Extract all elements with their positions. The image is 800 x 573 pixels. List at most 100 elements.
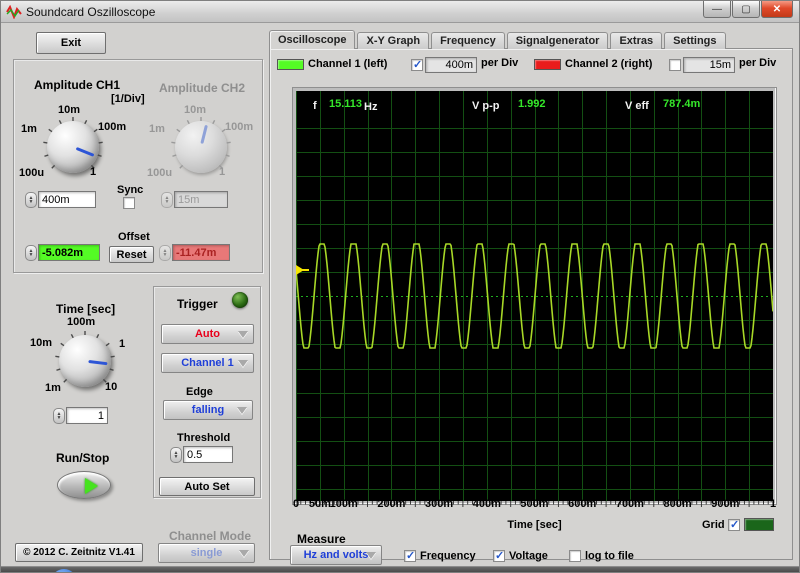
offset-label: Offset (118, 231, 150, 243)
time-spinner[interactable]: ▲▼ (53, 408, 65, 424)
channel1-checkbox[interactable] (411, 59, 423, 71)
title-bar[interactable]: Soundcard Oszilloscope — ▢ ✕ (1, 1, 800, 23)
frequency-label: Frequency (420, 550, 476, 562)
tab-signalgenerator[interactable]: Signalgenerator (507, 32, 609, 49)
time-field[interactable]: 1 (66, 407, 108, 424)
trigger-source-value: Channel 1 (181, 357, 234, 369)
reset-button[interactable]: Reset (109, 246, 154, 263)
time-label: Time [sec] (56, 302, 115, 316)
knob-scale-label: 10 (105, 381, 117, 393)
run-stop-label: Run/Stop (56, 451, 109, 465)
trigger-mode-value: Auto (195, 328, 220, 340)
knob-scale-label: 1m (149, 123, 165, 135)
ch2-offset-spinner[interactable]: ▲▼ (159, 245, 171, 261)
knob-scale-label: 100m (67, 316, 95, 328)
x-tick-label: 800m (664, 498, 692, 510)
edge-label: Edge (186, 386, 213, 398)
knob-scale-label: 100m (98, 121, 126, 133)
ch1-offset-field[interactable]: -5.082m (38, 244, 100, 261)
x-tick-label: 1 (770, 498, 776, 510)
exit-button[interactable]: Exit (36, 32, 106, 54)
chevron-down-icon (238, 360, 248, 367)
knob-scale-label: 1 (90, 166, 96, 178)
trigger-source-dropdown[interactable]: Channel 1 (161, 353, 254, 373)
threshold-spinner[interactable]: ▲▼ (170, 447, 182, 463)
sync-checkbox[interactable] (123, 197, 135, 209)
grid-color-swatch[interactable] (744, 518, 774, 531)
knob-scale-label: 100u (19, 167, 44, 179)
tab-oscilloscope[interactable]: Oscilloscope (269, 30, 355, 49)
freq-value: 15.113 (329, 98, 362, 110)
ch2-amplitude-spinner[interactable]: ▲▼ (161, 192, 173, 208)
trigger-title: Trigger (177, 297, 218, 311)
knob-scale-label: 1m (21, 123, 37, 135)
tab-frequency[interactable]: Frequency (431, 32, 505, 49)
x-tick-label: 50m (309, 498, 331, 510)
channel1-color-swatch (277, 59, 304, 70)
x-axis-tick-labels: 050m100m200m300m400m500m600m700m800m900m… (296, 498, 773, 510)
tab-xy-graph[interactable]: X-Y Graph (357, 32, 429, 49)
run-stop-button[interactable] (57, 471, 111, 499)
grid-label: Grid (702, 519, 725, 531)
trigger-edge-dropdown[interactable]: falling (163, 400, 253, 420)
log-to-file-checkbox[interactable] (569, 550, 581, 562)
amplitude-ch2-label: Amplitude CH2 (159, 81, 245, 95)
knob-scale-label: 1 (119, 338, 125, 350)
x-tick-label: 600m (568, 498, 596, 510)
freq-unit: Hz (364, 101, 377, 113)
app-icon (6, 5, 22, 19)
knob-scale-label: 10m (184, 104, 206, 116)
channel2-color-swatch (534, 59, 561, 70)
taskbar-app-icon (51, 569, 77, 573)
x-tick-label: 400m (473, 498, 501, 510)
soundcard-oscilloscope-window: Soundcard Oszilloscope — ▢ ✕ Exit Amplit… (0, 0, 800, 573)
tab-settings[interactable]: Settings (664, 32, 725, 49)
maximize-icon[interactable]: ▢ (732, 1, 760, 18)
voltage-checkbox[interactable] (493, 550, 505, 562)
knob-scale-label: 1 (219, 166, 225, 178)
channel1-per-div-field[interactable]: 400m (425, 57, 477, 73)
voltage-label: Voltage (509, 550, 548, 562)
close-icon[interactable]: ✕ (761, 1, 793, 18)
per-div-label: per Div (739, 57, 776, 69)
x-tick-label: 700m (616, 498, 644, 510)
knob-scale-label: 1m (45, 382, 61, 394)
x-tick-label: 300m (425, 498, 453, 510)
channel2-per-div-field[interactable]: 15m (683, 57, 735, 73)
ch1-offset-spinner[interactable]: ▲▼ (25, 245, 37, 261)
grid-checkbox[interactable] (728, 519, 740, 531)
trigger-edge-value: falling (192, 404, 224, 416)
scope-display: f 15.113 Hz V p-p 1.992 V eff 787.4m (296, 91, 773, 501)
channel2-checkbox[interactable] (669, 59, 681, 71)
vpp-value: 1.992 (518, 98, 546, 110)
ch1-amplitude-field[interactable]: 400m (38, 191, 96, 208)
tab-extras[interactable]: Extras (610, 32, 662, 49)
x-tick-label: 200m (377, 498, 405, 510)
measure-mode-dropdown[interactable]: Hz and volts (290, 545, 382, 565)
copyright-button[interactable]: © 2012 C. Zeitnitz V1.41 (15, 543, 143, 562)
freq-label: f (313, 100, 317, 112)
knob-scale-label: 100u (147, 167, 172, 179)
ch2-offset-field: -11.47m (172, 244, 230, 261)
measure-label: Measure (297, 532, 346, 546)
tab-strip: Oscilloscope X-Y Graph Frequency Signalg… (269, 30, 728, 49)
knob-scale-label: 10m (30, 337, 52, 349)
window-title: Soundcard Oszilloscope (26, 5, 155, 19)
threshold-field[interactable]: 0.5 (183, 446, 233, 463)
ch1-amplitude-spinner[interactable]: ▲▼ (25, 192, 37, 208)
x-tick-label: 100m (330, 498, 358, 510)
threshold-label: Threshold (177, 432, 230, 444)
channel2-label: Channel 2 (right) (565, 58, 652, 70)
x-tick-label: 0 (293, 498, 299, 510)
vpp-label: V p-p (472, 100, 500, 112)
trigger-led-icon (232, 292, 248, 308)
knob-scale-label: 100m (225, 121, 253, 133)
minimize-icon[interactable]: — (703, 1, 731, 18)
trigger-mode-dropdown[interactable]: Auto (161, 324, 254, 344)
channel1-label: Channel 1 (left) (308, 58, 387, 70)
veff-value: 787.4m (663, 98, 700, 110)
taskbar (1, 566, 800, 573)
frequency-checkbox[interactable] (404, 550, 416, 562)
auto-set-button[interactable]: Auto Set (159, 477, 255, 496)
veff-label: V eff (625, 100, 649, 112)
